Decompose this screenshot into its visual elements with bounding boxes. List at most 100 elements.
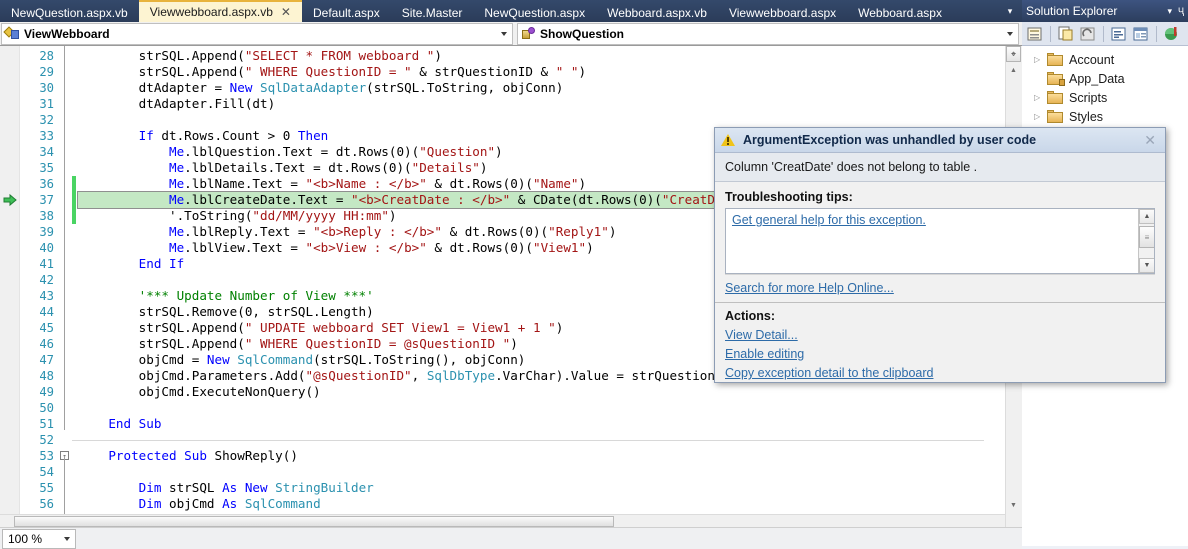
editor-horizontal-scrollbar[interactable]: [0, 514, 1005, 527]
code-line-text: objCmd.ExecuteNonQuery(): [138, 384, 321, 399]
editor-status-bar: 100 %: [0, 527, 1022, 549]
view-detail-link[interactable]: View Detail...: [725, 328, 1155, 342]
visual-studio-window: NewQuestion.aspx.vb Viewwebboard.aspx.vb ✕…: [0, 0, 1188, 549]
view-designer-icon[interactable]: [1131, 24, 1151, 44]
tips-scrollbar[interactable]: ▲ ≡ ▼: [1138, 209, 1154, 273]
scroll-down-icon[interactable]: ▼: [1139, 258, 1154, 273]
document-tab[interactable]: Viewwebboard.aspx: [718, 1, 847, 22]
chevron-down-icon: [1007, 31, 1013, 36]
actions-label: Actions:: [725, 309, 775, 323]
code-line: 32: [0, 112, 1004, 128]
refresh-icon[interactable]: [1078, 24, 1098, 44]
class-dropdown[interactable]: ViewWebboard: [1, 22, 513, 45]
code-line-text: Protected Sub ShowReply(): [108, 448, 298, 463]
code-line: 50: [0, 400, 1004, 416]
editor-hscroll-thumb[interactable]: [14, 516, 614, 527]
method-icon: [521, 26, 536, 41]
scroll-down-icon[interactable]: ▼: [1006, 498, 1021, 513]
troubleshooting-tips-label: Troubleshooting tips:: [725, 190, 853, 204]
code-line-text: Me.lblReply.Text = "<b>Reply : </b>" & d…: [169, 224, 617, 239]
line-number: 28: [39, 49, 54, 63]
search-help-online-link[interactable]: Search for more Help Online...: [725, 281, 1155, 295]
member-dropdown[interactable]: ShowQuestion: [517, 22, 1019, 45]
expand-chevron-icon[interactable]: ▷: [1034, 55, 1047, 64]
expand-chevron-icon[interactable]: ▷: [1034, 93, 1047, 102]
solution-explorer-item[interactable]: App_Data: [1022, 69, 1188, 88]
code-line-text: Me.lblView.Text = "<b>View : </b>" & dt.…: [169, 240, 594, 255]
code-line: -53 Protected Sub ShowReply(): [0, 448, 1004, 464]
expand-chevron-icon[interactable]: ▷: [1034, 112, 1047, 121]
code-line-text: Me.lblQuestion.Text = dt.Rows(0)("Questi…: [169, 144, 503, 159]
code-line-text: Dim objCmd As SqlCommand: [138, 496, 321, 511]
close-icon[interactable]: ✕: [1141, 132, 1159, 149]
document-tab[interactable]: NewQuestion.aspx.vb: [0, 1, 139, 22]
document-tab[interactable]: Webboard.aspx: [847, 1, 953, 22]
solution-explorer-item[interactable]: ▷ Scripts: [1022, 88, 1188, 107]
editor-split-handle[interactable]: ⌖: [1006, 46, 1021, 62]
document-tab[interactable]: Viewwebboard.aspx.vb ✕: [138, 0, 302, 22]
code-line: 54: [0, 464, 1004, 480]
line-number: 32: [39, 113, 54, 127]
code-line-text: strSQL.Append(" WHERE QuestionID = " & s…: [138, 64, 587, 79]
solution-explorer-item-label: Scripts: [1069, 90, 1108, 105]
enable-editing-link[interactable]: Enable editing: [725, 347, 1155, 361]
copy-exception-detail-link[interactable]: Copy exception detail to the clipboard: [725, 366, 1155, 380]
code-line-text: strSQL.Append(" UPDATE webboard SET View…: [138, 320, 564, 335]
warning-icon: [721, 133, 736, 147]
scroll-up-icon[interactable]: ▲: [1139, 209, 1154, 224]
auto-hide-chevron-icon[interactable]: ▾: [1167, 6, 1172, 17]
solution-explorer-item[interactable]: ▷ Styles: [1022, 107, 1188, 126]
zoom-level-value: 100 %: [8, 531, 43, 546]
view-code-icon[interactable]: [1109, 24, 1129, 44]
show-all-files-icon[interactable]: [1056, 24, 1076, 44]
document-tab[interactable]: Webboard.aspx.vb: [596, 1, 718, 22]
code-line: 29 strSQL.Append(" WHERE QuestionID = " …: [0, 64, 1004, 80]
troubleshooting-tips-box[interactable]: Get general help for this exception. ▲ ≡…: [725, 208, 1155, 274]
line-number: 41: [39, 257, 54, 271]
line-number: 38: [39, 209, 54, 223]
class-dropdown-value: ViewWebboard: [24, 26, 110, 41]
publish-icon[interactable]: [1162, 24, 1182, 44]
code-line-text: End Sub: [108, 416, 162, 431]
line-number: 52: [39, 433, 54, 447]
code-line-text: objCmd.Parameters.Add("@sQuestionID", Sq…: [138, 368, 814, 383]
line-number: 30: [39, 81, 54, 95]
close-icon[interactable]: ✕: [281, 5, 291, 19]
properties-icon[interactable]: [1025, 24, 1045, 44]
code-line-text: If dt.Rows.Count > 0 Then: [138, 128, 329, 143]
line-number: 33: [39, 129, 54, 143]
line-number: 42: [39, 273, 54, 287]
document-tab-label: Viewwebboard.aspx: [728, 5, 837, 20]
document-tab-label: Webboard.aspx.vb: [607, 5, 707, 20]
solution-explorer-item[interactable]: ▷ Account: [1022, 50, 1188, 69]
vb-class-icon: [3, 26, 20, 41]
code-line-text: strSQL.Remove(0, strSQL.Length): [138, 304, 374, 319]
member-dropdown-value: ShowQuestion: [540, 26, 624, 41]
code-line-text: Me.lblCreateDate.Text = "<b>CreatDate : …: [76, 191, 762, 209]
line-number: 55: [39, 481, 54, 495]
pin-icon[interactable]: Ҷ: [1178, 6, 1184, 16]
document-tab[interactable]: Site.Master: [391, 1, 474, 22]
editor-navigation-bar: ViewWebboard ShowQuestion: [0, 22, 1022, 46]
folder-icon: [1047, 110, 1064, 123]
line-number: 35: [39, 161, 54, 175]
toolbar-divider: [1103, 25, 1104, 42]
code-line-text: strSQL.Append("SELECT * FROM webboard "): [138, 48, 442, 63]
line-number: 36: [39, 177, 54, 191]
scroll-up-icon[interactable]: ▲: [1006, 63, 1021, 78]
exception-dialog-header: ArgumentException was unhandled by user …: [715, 128, 1165, 153]
zoom-level-dropdown[interactable]: 100 %: [2, 528, 76, 549]
code-line: 55 Dim strSQL As New StringBuilder: [0, 480, 1004, 496]
line-number: 54: [39, 465, 54, 479]
code-line-text: Me.lblDetails.Text = dt.Rows(0)("Details…: [169, 160, 488, 175]
tab-overflow-chevron-icon[interactable]: ▾: [1002, 4, 1018, 18]
tip-link[interactable]: Get general help for this exception.: [726, 209, 1154, 231]
line-number: 31: [39, 97, 54, 111]
document-tab[interactable]: NewQuestion.aspx: [473, 1, 596, 22]
solution-explorer-toolbar: [1022, 22, 1188, 46]
chevron-down-icon: [64, 536, 70, 541]
tips-scroll-thumb[interactable]: ≡: [1139, 226, 1154, 248]
line-number: 49: [39, 385, 54, 399]
document-tab[interactable]: Default.aspx: [302, 1, 391, 22]
line-number: 48: [39, 369, 54, 383]
